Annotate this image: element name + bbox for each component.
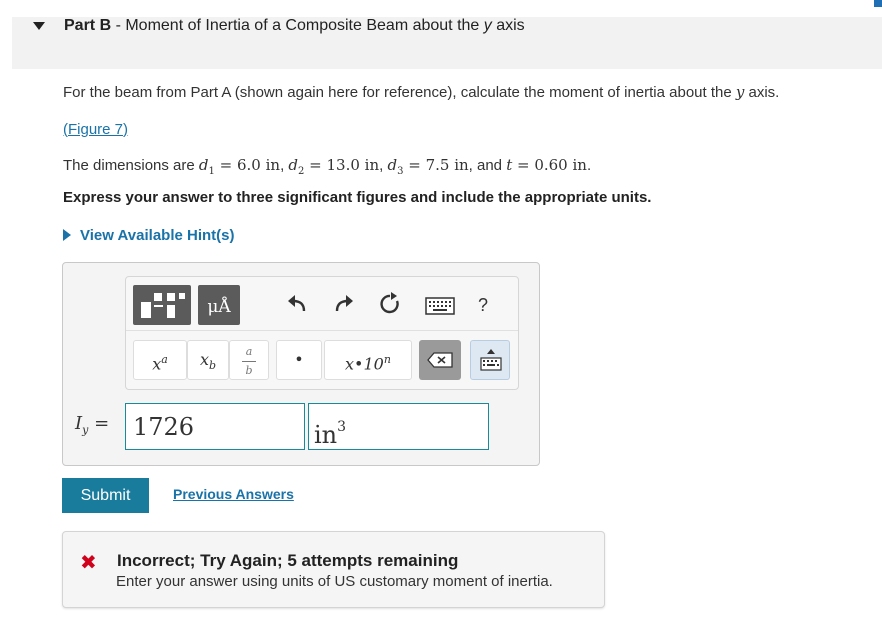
backspace-icon — [427, 352, 453, 368]
fraction-numerator: a — [245, 345, 253, 358]
prompt-end: axis. — [744, 84, 780, 101]
submit-button[interactable]: Submit — [62, 478, 149, 513]
part-title-var: y — [483, 17, 492, 34]
hint-label: View Available Hint(s) — [80, 227, 235, 244]
instructions: Express your answer to three significant… — [63, 189, 652, 206]
prompt-text: For the beam from Part A (shown again he… — [63, 84, 736, 101]
dims-prefix: The dimensions are — [63, 157, 199, 174]
superscript-exp: a — [161, 353, 168, 366]
units-text: in — [314, 421, 338, 449]
corner-indicator — [874, 0, 882, 7]
answer-equals: = — [88, 413, 110, 434]
part-title[interactable]: Part B - Moment of Inertia of a Composit… — [64, 17, 525, 35]
units-exponent: 3 — [337, 419, 347, 435]
toggle-keyboard-key[interactable] — [470, 340, 510, 380]
undo-icon[interactable] — [286, 293, 308, 315]
part-title-text: Moment of Inertia of a Composite Beam ab… — [125, 17, 484, 34]
d3-value: = 7.5 in — [403, 156, 469, 174]
toolbar-divider — [126, 330, 518, 331]
part-separator: - — [111, 17, 126, 34]
superscript-base: x — [152, 354, 162, 374]
reset-icon[interactable] — [378, 292, 402, 316]
help-icon[interactable]: ? — [478, 295, 488, 316]
d1-value: = 6.0 in — [214, 156, 281, 174]
sci-notation-exp: n — [383, 353, 391, 366]
header-top-spacer — [12, 0, 882, 17]
part-label: Part B — [64, 17, 112, 34]
hint-caret-icon — [63, 229, 71, 241]
sci-notation-key[interactable]: x•10n — [324, 340, 412, 380]
subscript-key[interactable]: xb — [187, 340, 229, 380]
view-hints-link[interactable]: View Available Hint(s) — [63, 227, 235, 244]
t-value: = 0.60 in — [512, 156, 587, 174]
dot-key[interactable]: • — [276, 340, 322, 380]
units-input[interactable]: in3 — [308, 403, 489, 450]
part-title-suffix: axis — [491, 17, 525, 34]
figure-link[interactable]: Figure 7 — [68, 121, 123, 138]
keyboard-icon[interactable] — [425, 297, 455, 315]
prompt-line: For the beam from Part A (shown again he… — [63, 83, 779, 101]
sci-notation-base: x•10 — [345, 354, 384, 374]
feedback-title: Incorrect; Try Again; 5 attempts remaini… — [117, 551, 459, 570]
fraction-denominator: b — [245, 364, 253, 377]
figure-link-close: ) — [123, 121, 129, 138]
answer-label: Iy = — [75, 413, 109, 437]
units-icon[interactable]: μÅ — [198, 285, 240, 325]
incorrect-icon: ✖ — [80, 550, 97, 574]
collapse-caret-icon[interactable] — [33, 22, 45, 30]
d1-var: d — [198, 156, 209, 174]
d2-value: = 13.0 in — [304, 156, 380, 174]
superscript-key[interactable]: xa — [133, 340, 187, 380]
dims-period: . — [586, 157, 592, 174]
and-text: , and — [468, 157, 507, 174]
dimensions-line: The dimensions are d1 = 6.0 in, d2 = 13.… — [63, 156, 591, 177]
figure-ref: (Figure 7) — [63, 121, 128, 138]
feedback-message: Enter your answer using units of US cust… — [116, 573, 553, 590]
templates-icon[interactable] — [133, 285, 191, 325]
redo-icon[interactable] — [333, 293, 355, 315]
keyboard-toggle-icon — [480, 349, 502, 371]
subscript-base: x — [199, 350, 209, 369]
d2-var: d — [288, 156, 299, 174]
previous-answers-link[interactable]: Previous Answers — [173, 486, 294, 502]
fraction-key[interactable]: a b — [229, 340, 269, 380]
d3-var: d — [387, 156, 398, 174]
subscript-sub: b — [208, 359, 217, 373]
value-input[interactable]: 1726 — [125, 403, 305, 450]
backspace-key[interactable] — [419, 340, 461, 380]
